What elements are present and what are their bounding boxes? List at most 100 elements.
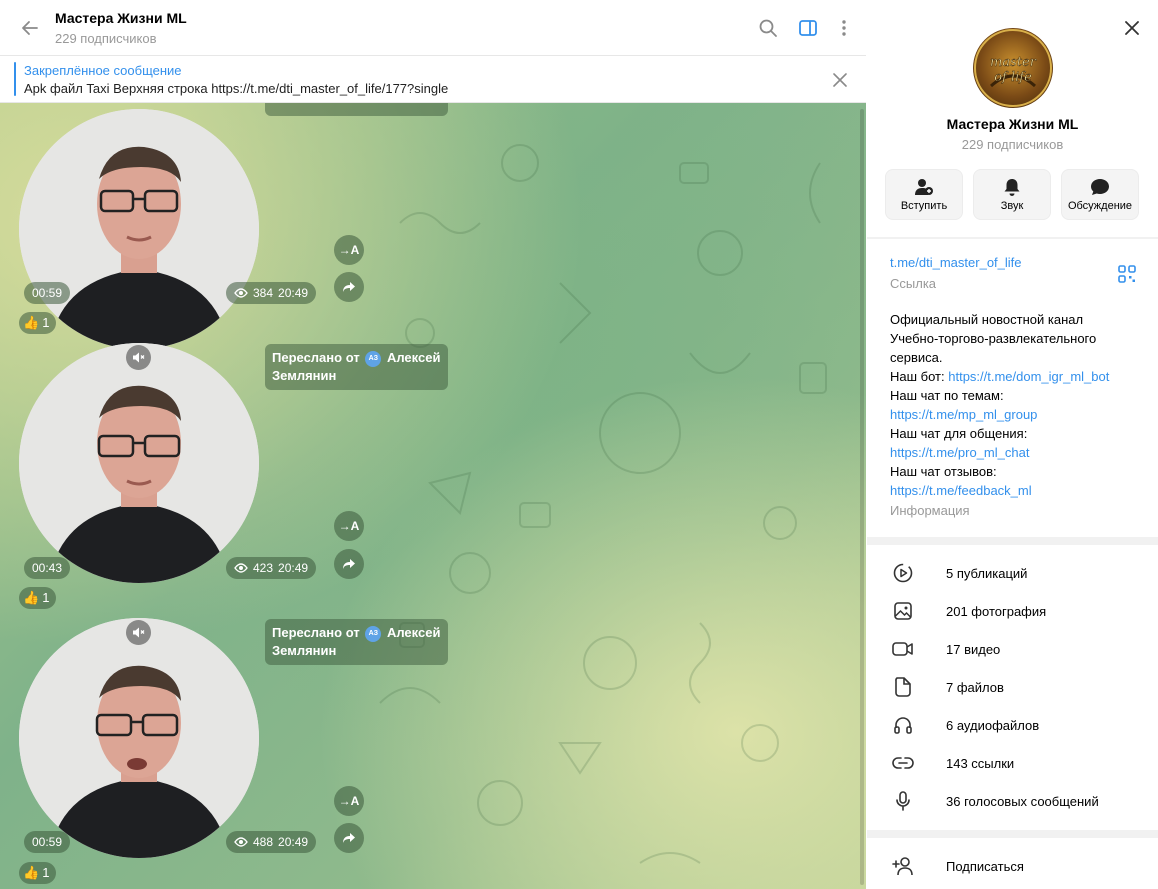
forward-header <box>265 103 448 116</box>
thumbs-up-icon: 👍 <box>23 315 40 330</box>
more-vertical-icon <box>842 20 846 36</box>
sound-button[interactable]: Звук <box>973 169 1051 220</box>
pinned-close-button[interactable] <box>828 68 852 92</box>
eye-icon <box>234 288 248 298</box>
close-info-button[interactable] <box>1118 14 1146 42</box>
chat-subtitle: 229 подписчиков <box>55 31 157 46</box>
bell-icon <box>1004 178 1020 196</box>
play-circle-icon <box>892 562 914 584</box>
more-menu-button[interactable] <box>828 12 860 44</box>
media-label: 7 файлов <box>946 679 1004 695</box>
video-frame-person <box>19 343 259 583</box>
view-count: 423 <box>253 561 274 575</box>
media-label: 6 аудиофайлов <box>946 717 1040 733</box>
media-row-audio[interactable]: 6 аудиофайлов <box>867 706 1158 744</box>
muted-icon <box>126 345 151 370</box>
subscribe-button[interactable]: Подписаться <box>867 847 1158 885</box>
desc-line: сервиса. <box>890 350 943 365</box>
channel-link[interactable]: t.me/dti_master_of_life <box>890 255 1022 270</box>
message-list[interactable]: 00:59 384 20:49 👍 1 →A Переслано от АЗ А… <box>0 103 866 889</box>
reaction-chip[interactable]: 👍 1 <box>19 312 57 334</box>
add-user-icon <box>892 855 914 877</box>
reaction-chip[interactable]: 👍 1 <box>19 587 57 609</box>
share-button[interactable] <box>334 272 364 302</box>
desc-line: Наш чат для общения: <box>890 426 1028 441</box>
media-row-photos[interactable]: 201 фотография <box>867 592 1158 630</box>
channel-avatar[interactable]: master of life <box>973 28 1053 108</box>
add-user-icon <box>915 178 933 195</box>
message-time: 20:49 <box>278 835 309 849</box>
thumbs-up-icon: 👍 <box>23 865 40 880</box>
talk-chat-link[interactable]: https://t.me/pro_ml_chat <box>890 445 1029 460</box>
video-duration: 00:59 <box>24 282 71 304</box>
muted-icon <box>126 620 151 645</box>
video-frame-person <box>19 109 259 349</box>
link-icon <box>892 752 914 774</box>
media-row-links[interactable]: 143 ссылки <box>867 744 1158 782</box>
close-icon <box>1125 21 1139 35</box>
pinned-accent-line <box>14 62 16 96</box>
channel-logo: master of life <box>974 29 1052 107</box>
desc-line: Наш чат по темам: <box>890 388 1004 403</box>
pinned-message-bar[interactable]: Закреплённое сообщение Apk файл Taxi Вер… <box>0 56 866 103</box>
channel-name: Мастера Жизни ML <box>946 116 1079 132</box>
forward-prefix: Переслано от <box>272 350 360 365</box>
view-count: 384 <box>253 286 274 300</box>
qr-code-icon[interactable] <box>1118 265 1136 283</box>
share-button[interactable] <box>334 549 364 579</box>
video-message[interactable] <box>19 109 259 349</box>
view-count: 488 <box>253 835 274 849</box>
channel-description: Официальный новостной канал Учебно-торго… <box>890 310 1140 500</box>
channel-profile-header: master of life Мастера Жизни ML 229 подп… <box>867 0 1158 237</box>
back-button[interactable] <box>12 10 48 46</box>
join-button[interactable]: Вступить <box>885 169 963 220</box>
arrow-left-icon <box>22 21 38 35</box>
share-arrow-icon <box>343 559 355 569</box>
message-meta: 488 20:49 <box>226 831 317 853</box>
search-button[interactable] <box>752 12 784 44</box>
share-button[interactable] <box>334 823 364 853</box>
desc-line: Официальный новостной канал <box>890 312 1084 327</box>
svg-text:of life: of life <box>994 70 1032 85</box>
media-row-files[interactable]: 7 файлов <box>867 668 1158 706</box>
desc-line: Наш чат отзывов: <box>890 464 997 479</box>
svg-text:master: master <box>990 55 1037 70</box>
video-camera-icon <box>892 638 914 660</box>
forward-prefix: Переслано от <box>272 625 360 640</box>
channel-link-label: Ссылка <box>890 276 937 291</box>
pinned-title: Закреплённое сообщение <box>24 63 182 78</box>
video-message[interactable] <box>19 618 259 858</box>
media-row-voice[interactable]: 36 голосовых сообщений <box>867 782 1158 820</box>
close-icon <box>833 73 847 87</box>
join-label: Вступить <box>900 199 948 212</box>
media-row-videos[interactable]: 17 видео <box>867 630 1158 668</box>
reviews-chat-link[interactable]: https://t.me/feedback_ml <box>890 483 1032 498</box>
share-arrow-icon <box>343 833 355 843</box>
translate-button[interactable]: →A <box>334 235 364 265</box>
toggle-sidebar-button[interactable] <box>792 12 824 44</box>
subscribe-label: Подписаться <box>946 858 1024 874</box>
translate-button[interactable]: →A <box>334 511 364 541</box>
scrollbar[interactable] <box>860 109 864 885</box>
translate-button[interactable]: →A <box>334 786 364 816</box>
reaction-chip[interactable]: 👍 1 <box>19 862 57 884</box>
search-icon <box>759 19 777 37</box>
share-arrow-icon <box>343 282 355 292</box>
image-icon <box>892 600 914 622</box>
video-message[interactable] <box>19 343 259 583</box>
microphone-icon <box>892 790 914 812</box>
media-row-posts[interactable]: 5 публикаций <box>867 554 1158 592</box>
reaction-count: 1 <box>42 315 50 330</box>
channel-about: t.me/dti_master_of_life Ссылка Официальн… <box>867 239 1158 537</box>
bot-link[interactable]: https://t.me/dom_igr_ml_bot <box>948 369 1109 384</box>
forward-header: Переслано от АЗ Алексей Землянин <box>265 619 448 665</box>
forward-avatar: АЗ <box>365 350 382 367</box>
video-frame-person <box>19 618 259 858</box>
chat-title[interactable]: Мастера Жизни ML <box>55 10 187 26</box>
discussion-button[interactable]: Обсуждение <box>1061 169 1139 220</box>
media-label: 36 голосовых сообщений <box>946 793 1099 809</box>
video-duration: 00:59 <box>24 831 71 853</box>
themes-chat-link[interactable]: https://t.me/mp_ml_group <box>890 407 1037 422</box>
media-label: 201 фотография <box>946 603 1047 619</box>
thumbs-up-icon: 👍 <box>23 590 40 605</box>
